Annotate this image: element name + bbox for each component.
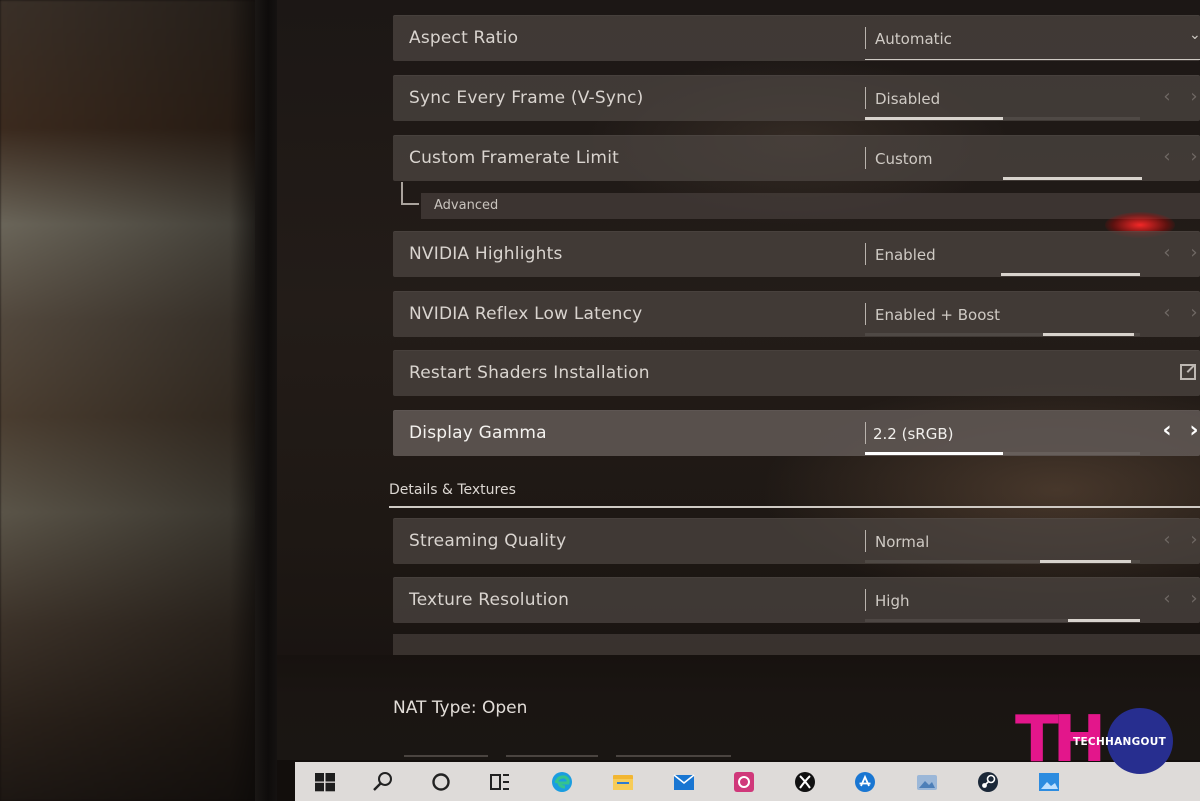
- nat-type-status: NAT Type: Open: [393, 698, 528, 718]
- option-progress-track: [865, 117, 1140, 120]
- option-progress-fill: [1043, 333, 1134, 336]
- setting-value: Custom: [875, 150, 933, 168]
- setting-label: Sync Every Frame (V-Sync): [409, 88, 644, 108]
- option-progress-fill: [865, 117, 1003, 120]
- option-progress-fill: [1040, 560, 1131, 563]
- value-separator: [865, 303, 866, 325]
- chevron-right-icon[interactable]: ›: [1187, 146, 1200, 167]
- option-progress-fill: [865, 452, 1003, 455]
- mail-icon[interactable]: [672, 770, 696, 794]
- setting-row-texture-resolution[interactable]: Texture Resolution High ‹ ›: [393, 577, 1200, 623]
- chevron-left-icon[interactable]: ‹: [1160, 588, 1174, 609]
- task-view-icon[interactable]: [488, 770, 512, 794]
- setting-row-restart-shaders[interactable]: Restart Shaders Installation: [393, 350, 1200, 396]
- chevron-left-icon[interactable]: ‹: [1160, 418, 1174, 443]
- setting-value: 2.2 (sRGB): [873, 425, 954, 443]
- monitor-bezel: [255, 0, 277, 801]
- chevron-left-icon[interactable]: ‹: [1160, 242, 1174, 263]
- option-progress-fill: [1001, 273, 1140, 276]
- footer-tab-underline: [506, 755, 598, 757]
- external-link-icon[interactable]: [1180, 364, 1196, 380]
- chevron-left-icon[interactable]: ‹: [1160, 302, 1174, 323]
- photo-editor-icon[interactable]: [732, 770, 756, 794]
- setting-label: Display Gamma: [409, 423, 547, 443]
- setting-label: Custom Framerate Limit: [409, 148, 619, 168]
- edge-icon[interactable]: [550, 770, 574, 794]
- option-progress-track: [865, 452, 1140, 455]
- chevron-left-icon[interactable]: ‹: [1160, 86, 1174, 107]
- option-progress-track: [865, 333, 1140, 336]
- setting-value: Automatic: [875, 30, 952, 48]
- section-title: Details & Textures: [389, 482, 516, 498]
- cortana-icon[interactable]: [429, 770, 453, 794]
- setting-label: Streaming Quality: [409, 531, 567, 551]
- setting-row-nvidia-reflex[interactable]: NVIDIA Reflex Low Latency Enabled + Boos…: [393, 291, 1200, 337]
- background-photo: [0, 0, 270, 801]
- chevron-right-icon[interactable]: ›: [1187, 418, 1200, 443]
- file-explorer-icon[interactable]: [611, 770, 635, 794]
- chevron-down-icon[interactable]: ⌄: [1189, 27, 1200, 43]
- setting-label: Advanced: [434, 198, 499, 213]
- option-progress-track: [865, 560, 1140, 563]
- setting-row-display-gamma[interactable]: Display Gamma 2.2 (sRGB) ‹ ›: [393, 410, 1200, 456]
- app-store-icon[interactable]: [853, 770, 877, 794]
- photos-icon[interactable]: [915, 770, 939, 794]
- option-progress-track: [1003, 177, 1142, 180]
- setting-label: Texture Resolution: [409, 590, 570, 610]
- value-separator: [865, 589, 866, 611]
- setting-label: NVIDIA Highlights: [409, 244, 563, 264]
- setting-row-aspect-ratio[interactable]: Aspect Ratio Automatic ⌄: [393, 15, 1200, 61]
- chevron-right-icon[interactable]: ›: [1187, 302, 1200, 323]
- chevron-right-icon[interactable]: ›: [1187, 529, 1200, 550]
- setting-row-partial[interactable]: [393, 634, 1200, 656]
- logo-brand-text: TECHHANGOUT: [1073, 736, 1167, 748]
- section-divider: [389, 506, 1200, 508]
- setting-label: Aspect Ratio: [409, 28, 519, 48]
- value-separator: [865, 530, 866, 552]
- tree-connector: [401, 182, 419, 205]
- value-separator: [865, 243, 866, 265]
- value-separator: [865, 87, 866, 109]
- setting-row-nvidia-highlights[interactable]: NVIDIA Highlights Enabled ‹ ›: [393, 231, 1200, 277]
- option-progress-fill: [1068, 619, 1140, 622]
- setting-value: Enabled: [875, 246, 936, 264]
- chevron-left-icon[interactable]: ‹: [1160, 146, 1174, 167]
- footer-tab-underline: [404, 755, 488, 757]
- footer-tab-underline: [616, 755, 731, 757]
- chevron-right-icon[interactable]: ›: [1187, 588, 1200, 609]
- steam-icon[interactable]: [976, 770, 1000, 794]
- chevron-right-icon[interactable]: ›: [1187, 242, 1200, 263]
- setting-value: Enabled + Boost: [875, 306, 1001, 324]
- windows-start-icon[interactable]: [313, 770, 337, 794]
- setting-row-advanced[interactable]: Advanced: [421, 193, 1200, 219]
- dropdown-underline: [865, 59, 1200, 60]
- xbox-icon[interactable]: [793, 770, 817, 794]
- setting-row-streaming-quality[interactable]: Streaming Quality Normal ‹ ›: [393, 518, 1200, 564]
- value-separator: [865, 422, 866, 444]
- setting-value: Disabled: [875, 90, 941, 108]
- setting-value: High: [875, 592, 910, 610]
- value-separator: [865, 147, 866, 169]
- setting-row-vsync[interactable]: Sync Every Frame (V-Sync) Disabled ‹ ›: [393, 75, 1200, 121]
- option-progress-track: [865, 619, 1140, 622]
- techhangout-logo: TH TECHHANGOUT: [1015, 706, 1175, 776]
- value-separator: [865, 27, 866, 49]
- setting-label: NVIDIA Reflex Low Latency: [409, 304, 643, 324]
- chevron-left-icon[interactable]: ‹: [1160, 529, 1174, 550]
- setting-value: Normal: [875, 533, 930, 551]
- setting-row-framerate-limit[interactable]: Custom Framerate Limit Custom ‹ ›: [393, 135, 1200, 181]
- search-icon[interactable]: [371, 770, 395, 794]
- option-progress-track: [1001, 273, 1140, 276]
- setting-label: Restart Shaders Installation: [409, 363, 650, 383]
- chevron-right-icon[interactable]: ›: [1187, 86, 1200, 107]
- option-progress-fill: [1003, 177, 1142, 180]
